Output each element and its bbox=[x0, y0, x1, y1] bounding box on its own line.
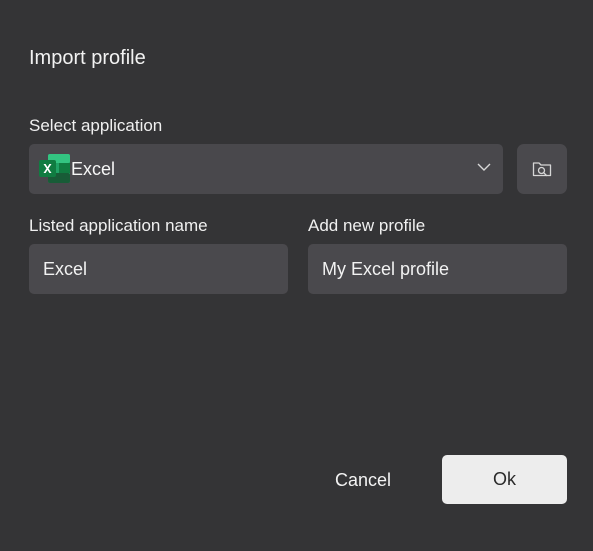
add-new-profile-label: Add new profile bbox=[308, 216, 426, 235]
select-application-label: Select application bbox=[29, 116, 163, 135]
excel-icon bbox=[39, 154, 70, 183]
folder-search-icon bbox=[532, 162, 552, 177]
application-select-value: Excel bbox=[71, 159, 116, 179]
application-select[interactable]: Excel bbox=[29, 144, 503, 194]
chevron-down-icon bbox=[477, 163, 491, 171]
dialog-title: Import profile bbox=[29, 47, 146, 69]
listed-application-name-input[interactable] bbox=[29, 244, 288, 294]
new-profile-name-input[interactable] bbox=[308, 244, 567, 294]
browse-folder-button[interactable] bbox=[517, 144, 567, 194]
ok-button[interactable]: Ok bbox=[442, 455, 567, 504]
import-profile-dialog: Import profile Select application Excel … bbox=[0, 0, 593, 551]
listed-application-name-label: Listed application name bbox=[29, 216, 208, 235]
cancel-button[interactable]: Cancel bbox=[313, 455, 413, 505]
